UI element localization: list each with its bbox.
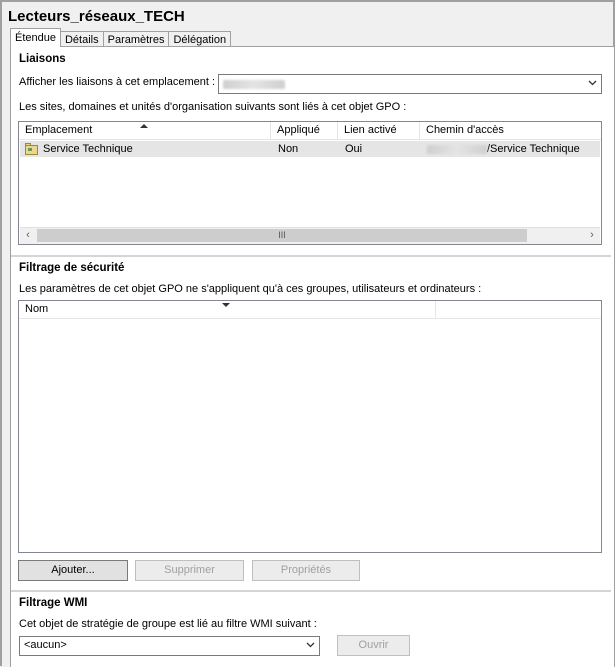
- row-path: /Service Technique: [487, 143, 580, 155]
- links-horizontal-scrollbar[interactable]: ‹ III ›: [20, 227, 600, 244]
- remove-button[interactable]: Supprimer: [135, 560, 244, 581]
- tab-strip: Étendue Détails Paramètres Délégation: [10, 28, 232, 47]
- path-redacted: [427, 144, 487, 154]
- add-button[interactable]: Ajouter...: [18, 560, 128, 581]
- properties-button[interactable]: Propriétés: [252, 560, 360, 581]
- column-header-name[interactable]: Nom: [19, 301, 436, 318]
- scrollbar-thumb[interactable]: III: [37, 229, 527, 242]
- security-filtering-heading: Filtrage de sécurité: [19, 262, 125, 274]
- column-header-empty: [436, 301, 601, 318]
- row-link-enabled: Oui: [345, 143, 363, 155]
- security-list-header: Nom: [19, 301, 601, 319]
- open-button[interactable]: Ouvrir: [337, 635, 410, 656]
- table-row[interactable]: Service Technique Non Oui /Service Techn…: [20, 141, 600, 157]
- location-label: Afficher les liaisons à cet emplacement …: [19, 76, 216, 88]
- location-combobox[interactable]: [218, 74, 602, 94]
- chevron-down-icon: [306, 642, 315, 648]
- tab-settings[interactable]: Paramètres: [102, 31, 170, 47]
- wmi-description: Cet objet de stratégie de groupe est lié…: [19, 618, 317, 630]
- window-top-border: [0, 0, 615, 2]
- tab-delegation[interactable]: Délégation: [168, 31, 232, 47]
- wmi-selected-value: <aucun>: [24, 639, 67, 651]
- links-list[interactable]: Emplacement Appliqué Lien activé Chemin …: [18, 121, 602, 245]
- scroll-right-icon[interactable]: ›: [584, 228, 600, 244]
- gpo-title: Lecteurs_réseaux_TECH: [8, 8, 185, 25]
- sort-ascending-icon: [140, 124, 148, 128]
- wmi-filtering-heading: Filtrage WMI: [19, 597, 88, 609]
- location-value-redacted: [223, 77, 285, 92]
- tab-scope[interactable]: Étendue: [10, 28, 61, 47]
- row-applied: Non: [278, 143, 299, 155]
- column-header-path[interactable]: Chemin d'accès: [420, 122, 601, 139]
- wmi-filter-combobox[interactable]: <aucun>: [19, 636, 320, 656]
- links-description: Les sites, domaines et unités d'organisa…: [19, 101, 407, 113]
- sort-descending-icon: [222, 303, 230, 307]
- section-divider: [11, 255, 611, 257]
- security-list[interactable]: Nom: [18, 300, 602, 553]
- chevron-down-icon: [588, 80, 597, 86]
- links-heading: Liaisons: [19, 53, 66, 65]
- security-description: Les paramètres de cet objet GPO ne s'app…: [19, 283, 482, 295]
- window-left-border: [0, 0, 2, 666]
- scroll-left-icon[interactable]: ‹: [20, 228, 36, 244]
- column-header-applied[interactable]: Appliqué: [271, 122, 338, 139]
- tab-details[interactable]: Détails: [59, 31, 104, 47]
- section-divider: [11, 590, 611, 592]
- column-header-link-enabled[interactable]: Lien activé: [338, 122, 420, 139]
- links-list-header: Emplacement Appliqué Lien activé Chemin …: [19, 122, 601, 140]
- organizational-unit-icon: [25, 143, 38, 155]
- column-header-location[interactable]: Emplacement: [19, 122, 271, 139]
- row-location: Service Technique: [43, 143, 133, 155]
